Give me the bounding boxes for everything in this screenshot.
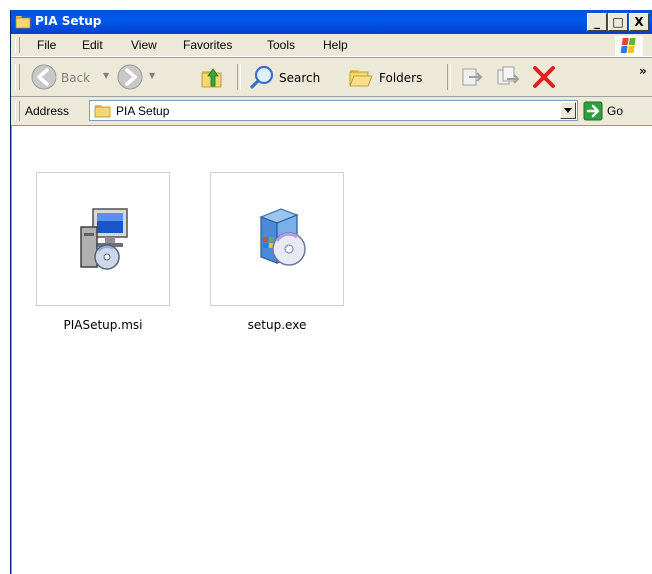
toolbar-separator	[447, 64, 451, 90]
file-item[interactable]: PIASetup.msi	[22, 172, 172, 332]
address-bar: Address PIA Setup Go	[11, 96, 652, 125]
search-label: Search	[279, 71, 321, 85]
minimize-button[interactable]: _	[587, 13, 607, 31]
menu-tools[interactable]: Tools	[267, 38, 295, 52]
toolbar-separator	[237, 64, 241, 90]
up-folder-button[interactable]	[197, 61, 227, 93]
maximize-button[interactable]: □	[608, 13, 628, 31]
back-button[interactable]: Back ▼	[25, 61, 109, 93]
address-folder-icon	[94, 105, 111, 118]
back-arrow-icon	[31, 64, 57, 90]
windows-logo-icon	[615, 36, 643, 56]
up-folder-icon	[201, 68, 222, 88]
close-button[interactable]: X	[629, 13, 649, 31]
back-label: Back	[61, 71, 91, 85]
address-dropdown-button[interactable]	[560, 102, 576, 119]
menu-grip	[15, 37, 20, 53]
folders-icon	[349, 70, 373, 87]
delete-x-icon	[533, 66, 555, 88]
file-item[interactable]: setup.exe	[196, 172, 346, 332]
folders-button[interactable]: Folders	[345, 61, 437, 93]
address-input[interactable]: PIA Setup	[89, 100, 578, 121]
forward-button[interactable]: ▼	[117, 61, 165, 93]
setup-exe-icon	[259, 208, 306, 266]
file-view[interactable]: PIASetup.msi setup.exe	[11, 125, 652, 574]
address-grip	[15, 101, 20, 121]
forward-dropdown-icon[interactable]: ▼	[149, 71, 155, 80]
file-name: PIASetup.msi	[63, 318, 143, 332]
back-dropdown-icon[interactable]: ▼	[103, 71, 109, 80]
menu-help[interactable]: Help	[323, 38, 348, 52]
copy-to-button[interactable]	[493, 61, 523, 93]
chevron-down-icon	[564, 108, 572, 113]
go-label: Go	[607, 104, 624, 118]
menu-view[interactable]: View	[131, 38, 157, 52]
go-arrow-icon	[583, 101, 603, 121]
menu-file[interactable]: File	[37, 38, 56, 52]
window-title: PIA Setup	[35, 14, 102, 28]
msi-installer-icon	[80, 208, 128, 270]
title-bar[interactable]: PIA Setup _ □ X	[11, 10, 652, 34]
search-icon	[250, 65, 274, 89]
folders-label: Folders	[379, 71, 423, 85]
explorer-window: PIA Setup _ □ X File Edit View Favorites…	[10, 10, 652, 574]
file-thumbnail[interactable]	[210, 172, 344, 306]
move-to-icon	[462, 68, 483, 86]
delete-button[interactable]	[529, 61, 559, 93]
go-button[interactable]: Go	[583, 100, 652, 122]
folder-icon	[15, 16, 31, 29]
move-to-button[interactable]	[457, 61, 487, 93]
menu-bar: File Edit View Favorites Tools Help	[11, 34, 652, 57]
file-thumbnail[interactable]	[36, 172, 170, 306]
standard-toolbar: Back ▼ ▼ Search Folders »	[11, 57, 652, 96]
file-name: setup.exe	[247, 318, 307, 332]
menu-favorites[interactable]: Favorites	[183, 38, 232, 52]
toolbar-grip	[15, 64, 20, 90]
copy-to-icon	[497, 66, 520, 85]
address-label: Address	[25, 104, 70, 118]
search-button[interactable]: Search	[247, 61, 335, 93]
forward-arrow-icon	[117, 64, 143, 90]
address-value: PIA Setup	[116, 104, 170, 118]
menu-edit[interactable]: Edit	[82, 38, 103, 52]
toolbar-overflow-chevron-icon[interactable]: »	[639, 64, 647, 78]
